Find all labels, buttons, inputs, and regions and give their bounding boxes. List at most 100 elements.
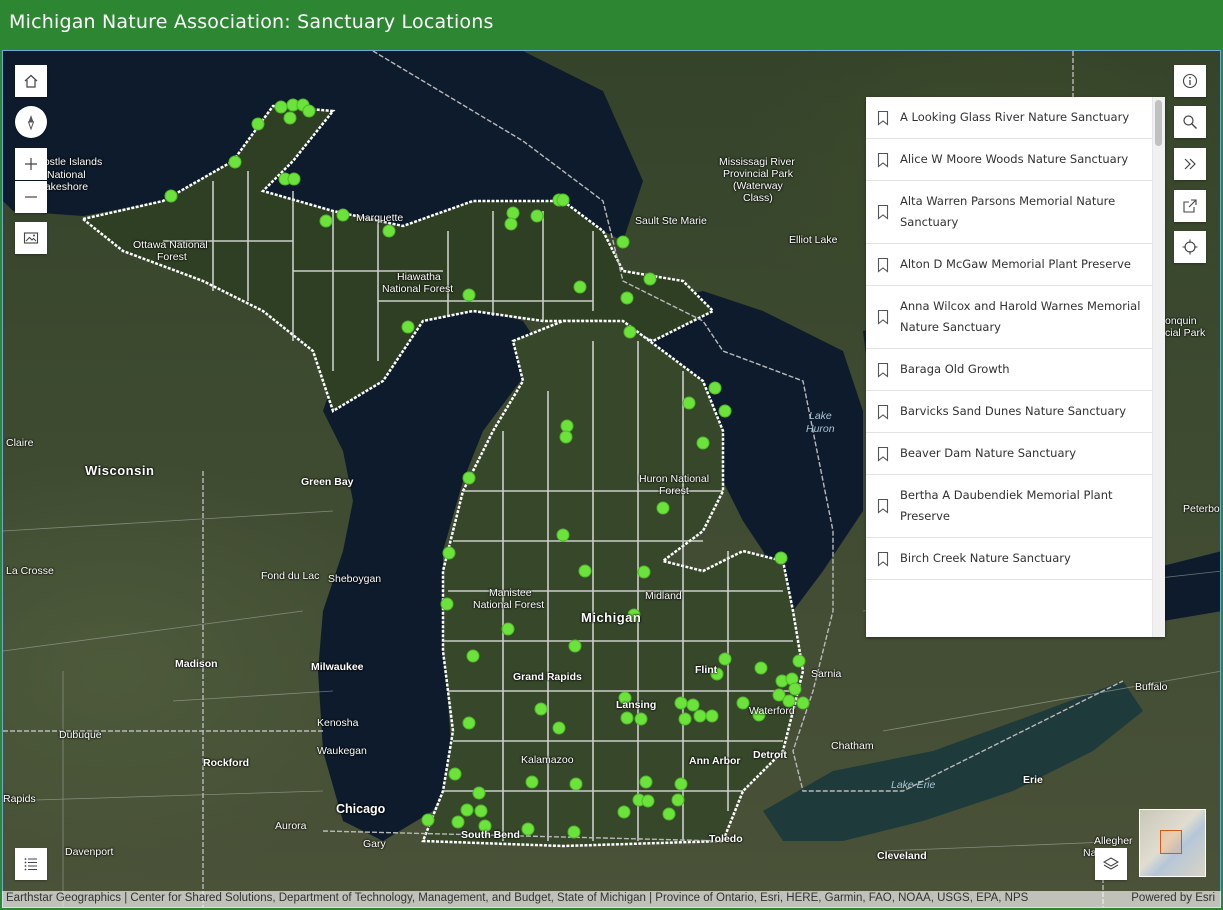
label-mississagi-3: (Waterway	[733, 180, 783, 192]
home-icon	[24, 74, 38, 88]
list-item[interactable]: Birch Creek Nature Sanctuary	[866, 538, 1152, 580]
label-michigan: Michigan	[581, 610, 642, 625]
overview-map[interactable]	[1139, 809, 1206, 877]
compass-button[interactable]	[15, 106, 47, 138]
label-gary: Gary	[363, 838, 386, 850]
label-sheboygan: Sheboygan	[328, 573, 382, 585]
plus-icon	[25, 158, 37, 170]
bookmark-icon	[877, 404, 889, 419]
layer-list-button[interactable]	[1095, 848, 1127, 880]
label-huron-forest-2: Forest	[659, 485, 689, 497]
compass-icon	[27, 115, 35, 130]
search-icon	[1183, 115, 1197, 129]
list-item-label: Bertha A Daubendiek Memorial Plant Prese…	[900, 488, 1113, 523]
label-rockford: Rockford	[203, 757, 250, 769]
label-chicago: Chicago	[336, 802, 386, 816]
label-waukegan: Waukegan	[317, 745, 367, 757]
label-kalamazoo: Kalamazoo	[521, 754, 574, 766]
page-title: Michigan Nature Association: Sanctuary L…	[9, 11, 494, 33]
powered-by-esri[interactable]: Powered by Esri	[1131, 892, 1215, 904]
label-buffalo: Buffalo	[1135, 681, 1168, 693]
list-item[interactable]: Baraga Old Growth	[866, 349, 1152, 391]
bookmark-icon	[877, 204, 889, 220]
list-item[interactable]: Alice W Moore Woods Nature Sanctuary	[866, 139, 1152, 181]
label-toledo: Toledo	[709, 833, 743, 845]
label-lake-huron-1: Lake	[809, 410, 832, 422]
label-dubuque: Dubuque	[59, 729, 102, 741]
zoom-out-button[interactable]	[15, 181, 47, 213]
label-lake-huron-2: Huron	[806, 423, 835, 435]
bookmark-icon	[877, 257, 889, 272]
label-milwaukee: Milwaukee	[311, 661, 364, 673]
label-manistee-1: Manistee	[489, 587, 532, 599]
label-national: National	[47, 169, 86, 181]
label-manistee-2: National Forest	[473, 599, 545, 611]
list-item[interactable]: Bertha A Daubendiek Memorial Plant Prese…	[866, 475, 1152, 538]
legend-button[interactable]	[15, 848, 47, 880]
share-button[interactable]	[1174, 190, 1206, 222]
label-hiawatha-forest: National Forest	[382, 283, 454, 295]
label-lake-erie: Lake Erie	[891, 779, 936, 791]
label-marquette: Marquette	[356, 212, 404, 224]
bookmark-icon	[877, 498, 889, 514]
label-algonquin-1: onquin	[1165, 315, 1197, 327]
list-item-label: Alice W Moore Woods Nature Sanctuary	[900, 152, 1129, 166]
label-mississagi-2: Provincial Park	[723, 168, 794, 180]
lake-erie	[763, 681, 1143, 841]
label-lansing: Lansing	[616, 699, 657, 711]
label-erie: Erie	[1023, 774, 1043, 786]
label-detroit: Detroit	[753, 749, 787, 761]
label-allegheny-1: Allegher	[1094, 835, 1133, 847]
label-claire: Claire	[6, 437, 34, 449]
label-huron-forest-1: Huron National	[639, 473, 710, 485]
locate-icon	[1182, 239, 1198, 255]
label-chatham: Chatham	[831, 740, 874, 752]
bookmark-icon	[877, 110, 889, 125]
list-scrollbar-thumb[interactable]	[1155, 100, 1162, 146]
list-item[interactable]: Alton D McGaw Memorial Plant Preserve	[866, 244, 1152, 286]
sanctuary-list-panel[interactable]: A Looking Glass River Nature Sanctuary Al…	[866, 97, 1165, 637]
search-button[interactable]	[1174, 106, 1206, 138]
label-sarnia: Sarnia	[811, 668, 842, 680]
label-la-crosse: La Crosse	[6, 565, 54, 577]
label-south-bend: South Bend	[461, 829, 520, 841]
share-icon	[1183, 199, 1197, 213]
list-item-label: Baraga Old Growth	[900, 362, 1010, 376]
list-scrollbar[interactable]	[1152, 97, 1165, 637]
label-hiawatha: Hiawatha	[397, 271, 441, 283]
app-header: Michigan Nature Association: Sanctuary L…	[0, 0, 1223, 48]
bookmark-icon	[877, 446, 889, 461]
list-icon	[24, 858, 37, 871]
list-item-label: Alta Warren Parsons Memorial Nature Sanc…	[900, 194, 1116, 229]
list-item[interactable]: Anna Wilcox and Harold Warnes Memorial N…	[866, 286, 1152, 349]
list-item-label: Alton D McGaw Memorial Plant Preserve	[900, 257, 1131, 271]
locate-button[interactable]	[1174, 231, 1206, 263]
label-green-bay: Green Bay	[301, 476, 354, 488]
label-forest: Forest	[157, 251, 187, 263]
zoom-in-button[interactable]	[15, 148, 47, 180]
map-attribution: Earthstar Geographics | Center for Share…	[2, 891, 1221, 908]
list-item-label: Anna Wilcox and Harold Warnes Memorial N…	[900, 299, 1141, 334]
bookmark-icon	[877, 152, 889, 167]
overview-extent-box[interactable]	[1160, 830, 1182, 854]
label-elliot-lake: Elliot Lake	[789, 234, 838, 246]
home-button[interactable]	[15, 65, 47, 97]
label-madison: Madison	[175, 658, 218, 670]
label-flint: Flint	[695, 664, 718, 676]
list-item[interactable]: Barvicks Sand Dunes Nature Sanctuary	[866, 391, 1152, 433]
info-button[interactable]	[1174, 65, 1206, 97]
basemap-button[interactable]	[15, 222, 47, 254]
label-algonquin-2: cial Park	[1165, 327, 1206, 339]
label-kenosha: Kenosha	[317, 717, 359, 729]
label-davenport: Davenport	[65, 846, 114, 858]
label-wisconsin: Wisconsin	[85, 463, 155, 478]
attribution-text: Earthstar Geographics | Center for Share…	[6, 892, 1029, 904]
list-item[interactable]: Beaver Dam Nature Sanctuary	[866, 433, 1152, 475]
label-grand-rapids: Grand Rapids	[513, 671, 582, 683]
list-item[interactable]: Alta Warren Parsons Memorial Nature Sanc…	[866, 181, 1152, 244]
list-item[interactable]: A Looking Glass River Nature Sanctuary	[866, 97, 1152, 139]
collapse-list-button[interactable]	[1174, 148, 1206, 180]
label-aurora: Aurora	[275, 820, 307, 832]
label-ottawa: Ottawa National	[133, 239, 208, 251]
label-rapids: Rapids	[3, 793, 36, 805]
